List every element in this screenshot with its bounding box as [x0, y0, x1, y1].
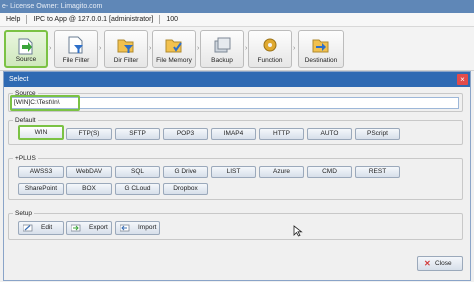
sql-button[interactable]: SQL [115, 166, 160, 178]
edit-icon [23, 224, 33, 232]
win-button[interactable]: WIN [18, 125, 64, 140]
pscript-button[interactable]: PScript [355, 128, 400, 140]
awss3-button[interactable]: AWSS3 [18, 166, 64, 178]
export-label: Export [89, 224, 108, 231]
counter-value: 100 [166, 16, 179, 23]
app-title-bar: e- License Owner: Limagito.com [0, 0, 474, 13]
pop3-button[interactable]: POP3 [163, 128, 208, 140]
group-label: Setup [13, 209, 34, 218]
edit-label: Edit [41, 224, 53, 231]
close-label: Close [435, 260, 452, 267]
import-label: Import [138, 224, 157, 231]
connection-info: IPC to App @ 127.0.0.1 [administrator] [33, 16, 154, 23]
import-button[interactable]: Import [115, 221, 160, 235]
gear-icon [263, 38, 277, 52]
backup-icon [214, 37, 231, 53]
sharepoint-button[interactable]: SharePoint [18, 183, 64, 195]
export-button[interactable]: Export [66, 221, 112, 235]
toolbar-label: Destination [304, 57, 338, 64]
export-icon [71, 224, 81, 232]
http-button[interactable]: HTTP [259, 128, 304, 140]
toolbar-label: File Memory [156, 57, 192, 64]
edit-button[interactable]: Edit [18, 221, 64, 235]
gcloud-button[interactable]: G CLoud [115, 183, 160, 195]
destination-icon [312, 39, 329, 53]
toolbar-label: Function [257, 57, 283, 64]
menu-help[interactable]: Help [0, 16, 26, 23]
toolbar-source-button[interactable]: Source [4, 30, 48, 68]
rest-button[interactable]: REST [355, 166, 400, 178]
close-icon[interactable]: × [457, 74, 468, 85]
toolbar-label: Source [15, 56, 37, 63]
gdrive-button[interactable]: G Drive [163, 166, 208, 178]
list-button[interactable]: LIST [211, 166, 256, 178]
menu-bar: Help IPC to App @ 127.0.0.1 [administrat… [0, 13, 474, 27]
box-button[interactable]: BOX [66, 183, 112, 195]
toolbar-label: Dir Filter [113, 57, 139, 64]
toolbar-file-filter-button[interactable]: File Filter [54, 30, 98, 68]
auto-button[interactable]: AUTO [307, 128, 352, 140]
toolbar-file-memory-button[interactable]: File Memory [152, 30, 196, 68]
dir-filter-icon [117, 39, 134, 53]
source-path-input[interactable]: [WIN]C:\Test\In\ [11, 97, 459, 109]
ftps-button[interactable]: FTP(S) [66, 128, 112, 140]
toolbar-dir-filter-button[interactable]: Dir Filter [104, 30, 148, 68]
source-icon [18, 38, 33, 55]
wizard-toolbar: Source › File Filter › Dir Filter › File… [0, 27, 474, 71]
imap4-button[interactable]: IMAP4 [211, 128, 256, 140]
dialog-title-bar: Select × [4, 72, 470, 87]
import-icon [120, 224, 130, 232]
file-filter-icon [68, 36, 83, 54]
close-icon: ✕ [424, 259, 431, 268]
file-memory-icon [165, 39, 182, 53]
dialog-title: Select [9, 76, 29, 83]
group-label: +PLUS [13, 154, 38, 163]
webdav-button[interactable]: WebDAV [66, 166, 112, 178]
app-title: e- License Owner: Limagito.com [2, 3, 103, 10]
cmd-button[interactable]: CMD [307, 166, 352, 178]
mouse-cursor-icon [293, 225, 303, 237]
close-button[interactable]: ✕ Close [417, 256, 463, 271]
toolbar-function-button[interactable]: Function [248, 30, 292, 68]
azure-button[interactable]: Azure [259, 166, 304, 178]
toolbar-backup-button[interactable]: Backup [200, 30, 244, 68]
dropbox-button[interactable]: Dropbox [163, 183, 208, 195]
sftp-button[interactable]: SFTP [115, 128, 160, 140]
toolbar-destination-button[interactable]: Destination [298, 30, 344, 68]
toolbar-label: Backup [211, 57, 233, 64]
toolbar-label: File Filter [62, 57, 90, 64]
group-label: Default [13, 116, 38, 125]
